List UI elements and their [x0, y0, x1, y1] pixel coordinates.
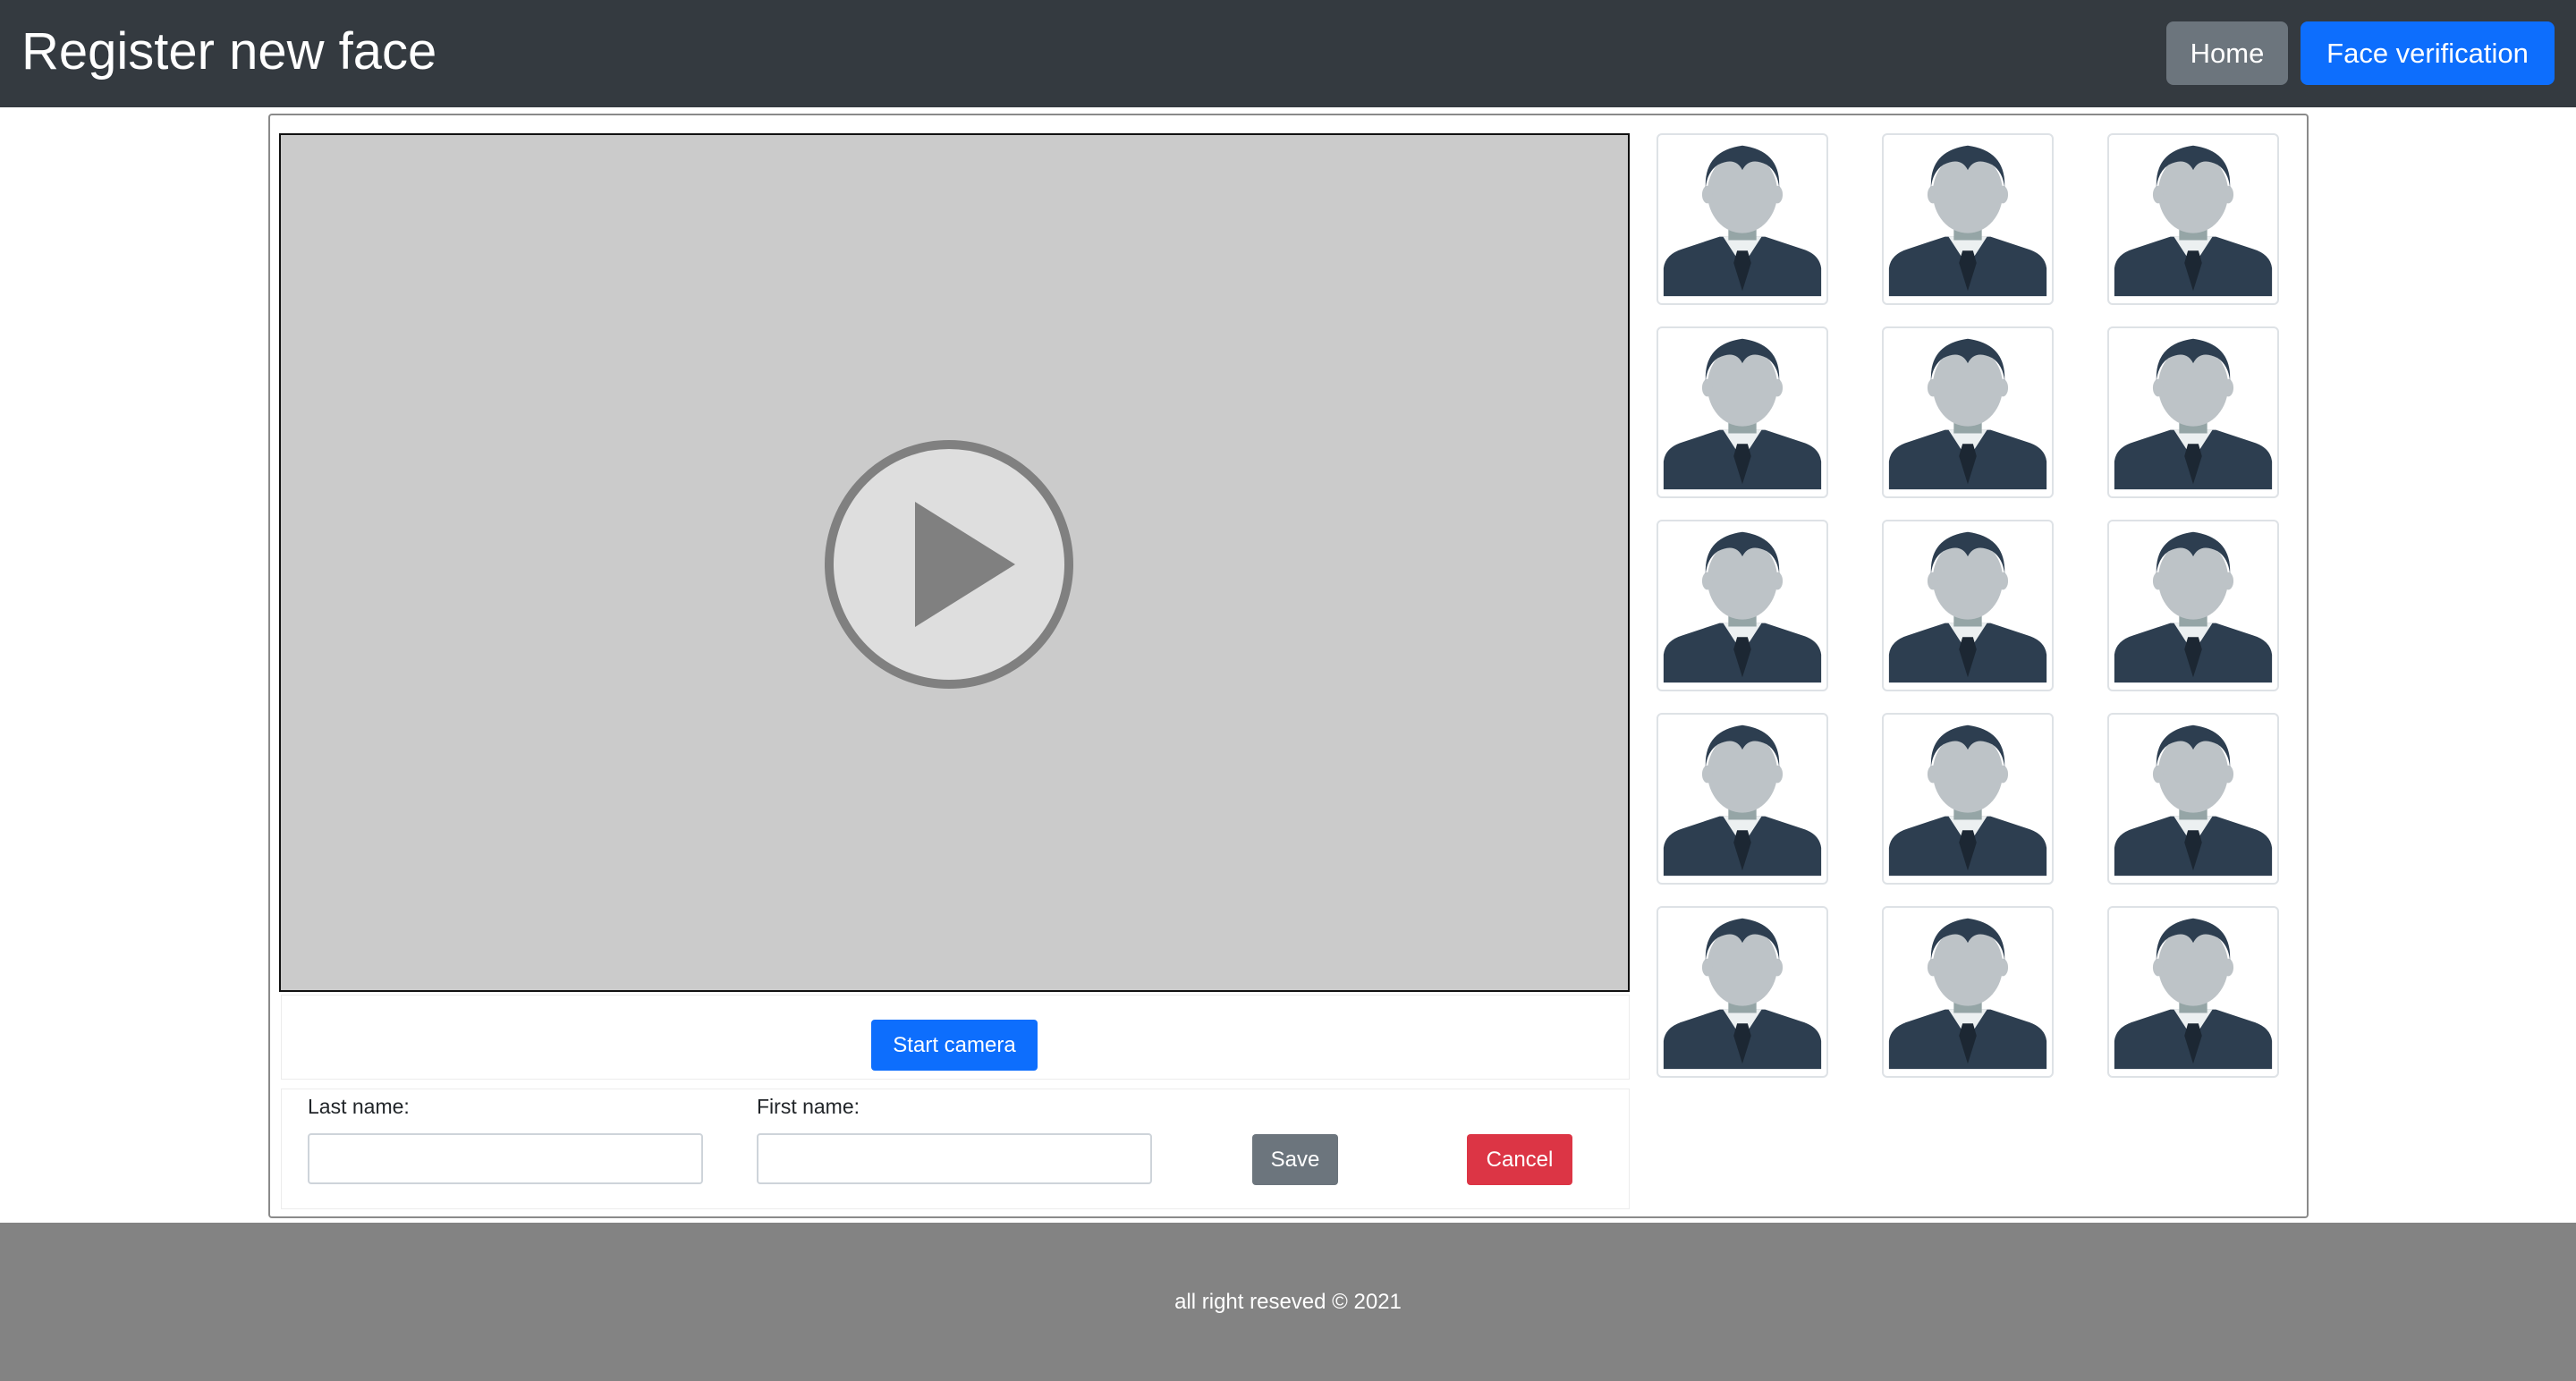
person-placeholder-icon — [1888, 918, 2047, 1070]
face-thumbnail-grid — [1657, 133, 2283, 1078]
face-thumbnail[interactable] — [1657, 520, 1828, 691]
person-placeholder-icon — [2114, 531, 2273, 683]
page-title: Register new face — [21, 22, 437, 80]
person-placeholder-icon — [2114, 918, 2273, 1070]
navbar: Register new face Home Face verification — [0, 0, 2576, 107]
face-thumbnail[interactable] — [1882, 713, 2054, 885]
person-placeholder-icon — [1663, 531, 1822, 683]
person-placeholder-icon — [2114, 724, 2273, 877]
cancel-button[interactable]: Cancel — [1467, 1134, 1572, 1185]
face-thumbnail[interactable] — [2107, 906, 2279, 1078]
face-thumbnail[interactable] — [1882, 326, 2054, 498]
play-icon[interactable] — [822, 437, 1076, 691]
face-thumbnail[interactable] — [1657, 713, 1828, 885]
face-thumbnail[interactable] — [2107, 133, 2279, 305]
face-thumbnail[interactable] — [2107, 713, 2279, 885]
face-thumbnail[interactable] — [1657, 906, 1828, 1078]
face-verification-button[interactable]: Face verification — [2301, 21, 2555, 85]
start-camera-button[interactable]: Start camera — [871, 1020, 1038, 1071]
save-button[interactable]: Save — [1252, 1134, 1338, 1185]
face-thumbnail[interactable] — [2107, 326, 2279, 498]
person-placeholder-icon — [1663, 724, 1822, 877]
person-placeholder-icon — [1888, 145, 2047, 297]
person-placeholder-icon — [2114, 145, 2273, 297]
first-name-label: First name: — [757, 1095, 860, 1118]
person-placeholder-icon — [1663, 918, 1822, 1070]
footer: all right reseved © 2021 — [0, 1223, 2576, 1381]
person-placeholder-icon — [1888, 338, 2047, 490]
first-name-input[interactable] — [757, 1133, 1152, 1184]
face-thumbnail[interactable] — [2107, 520, 2279, 691]
person-placeholder-icon — [1888, 724, 2047, 877]
face-thumbnail[interactable] — [1882, 906, 2054, 1078]
person-placeholder-icon — [1663, 145, 1822, 297]
home-button[interactable]: Home — [2166, 21, 2288, 85]
person-placeholder-icon — [1663, 338, 1822, 490]
video-preview[interactable] — [279, 133, 1630, 992]
face-thumbnail[interactable] — [1882, 133, 2054, 305]
face-thumbnail[interactable] — [1657, 326, 1828, 498]
last-name-label: Last name: — [308, 1095, 410, 1118]
face-thumbnail[interactable] — [1657, 133, 1828, 305]
last-name-input[interactable] — [308, 1133, 703, 1184]
face-thumbnail[interactable] — [1882, 520, 2054, 691]
person-placeholder-icon — [2114, 338, 2273, 490]
person-placeholder-icon — [1888, 531, 2047, 683]
footer-copyright: all right reseved © 2021 — [1174, 1290, 1402, 1314]
